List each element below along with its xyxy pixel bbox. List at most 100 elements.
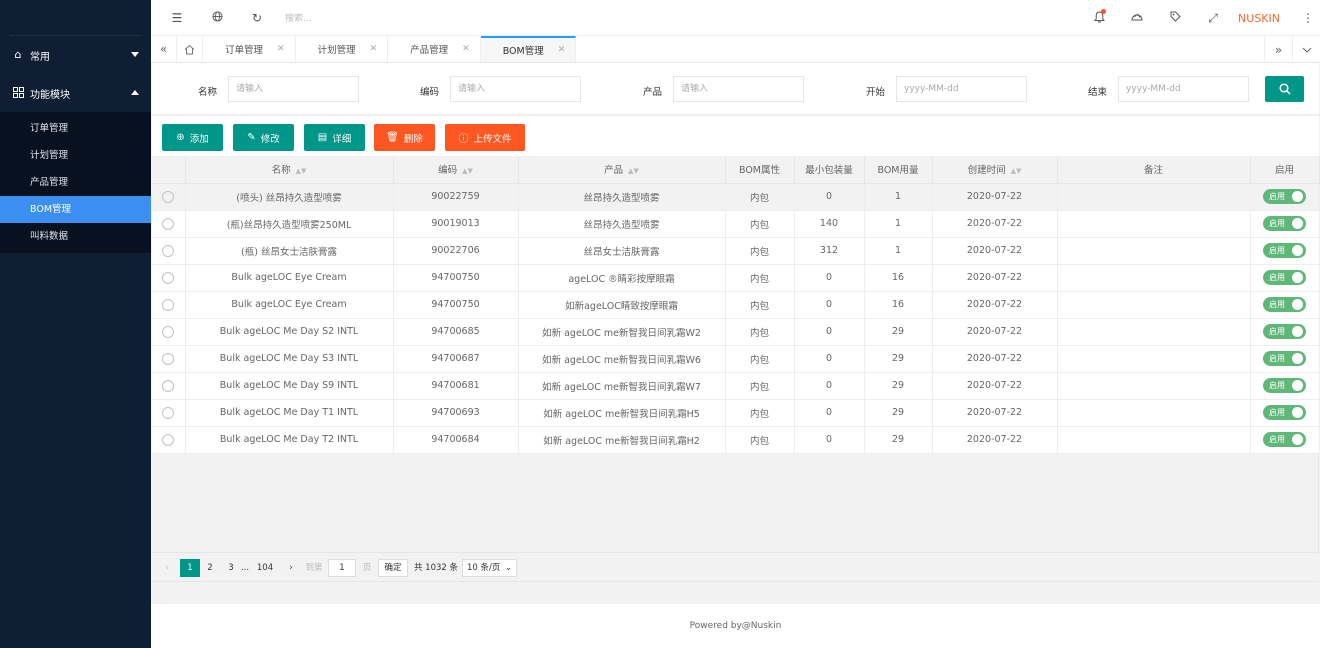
tab-bom[interactable]: BOM管理 ✕: [480, 36, 577, 62]
row-select-cell: [152, 318, 186, 346]
table-row[interactable]: Bulk ageLOC Eye Cream 94700750 ageLOC ®睛彩按…: [152, 264, 1320, 292]
table-row[interactable]: (瓶) 丝昂女士洁肤膏露 90022706 丝昂女士洁肤膏露 内包 312 1 2020-0…: [152, 237, 1320, 265]
filter-start-date-input[interactable]: yyyy-MM-dd: [896, 76, 1027, 102]
menu-toggle-icon[interactable]: ☰: [157, 11, 197, 25]
tabs-scroll-left-icon[interactable]: «: [151, 36, 177, 62]
sidebar-item-products[interactable]: 产品管理: [0, 169, 151, 196]
row-radio[interactable]: [162, 217, 175, 230]
filter-code-input[interactable]: 请输入: [450, 76, 581, 102]
detail-button[interactable]: ▤ 详细: [304, 124, 365, 151]
filter-product-input[interactable]: 请输入: [673, 76, 804, 102]
search-button[interactable]: [1265, 76, 1304, 102]
enabled-switch[interactable]: 启用: [1263, 216, 1306, 231]
goto-page-input[interactable]: 1: [328, 558, 356, 577]
row-radio[interactable]: [162, 190, 175, 203]
sidebar-item-orders[interactable]: 订单管理: [0, 115, 151, 142]
enabled-switch[interactable]: 启用: [1263, 405, 1306, 420]
delete-button[interactable]: 🗑 删除: [374, 124, 435, 151]
row-radio[interactable]: [162, 406, 175, 419]
page-2[interactable]: 2: [203, 559, 217, 577]
table-row[interactable]: Bulk ageLOC Eye Cream 94700750 如新ageLOC睛致按…: [152, 291, 1320, 319]
enabled-switch[interactable]: 启用: [1263, 270, 1306, 285]
row-radio[interactable]: [162, 352, 175, 365]
header-code[interactable]: 编码 ▲▼: [393, 156, 519, 184]
detail-button-label: 详细: [332, 133, 352, 145]
menu-group-modules[interactable]: 功能模块: [0, 74, 151, 112]
header-product[interactable]: 产品 ▲▼: [518, 156, 726, 184]
page-1[interactable]: 1: [180, 558, 200, 577]
tag-icon[interactable]: [1156, 11, 1194, 25]
row-radio[interactable]: [162, 433, 175, 446]
row-radio[interactable]: [162, 325, 175, 338]
cell-product: 丝昂持久造型喷雾: [518, 183, 726, 211]
sidebar-item-bom[interactable]: BOM管理: [0, 196, 151, 223]
tabs-menu-chevron-down-icon[interactable]: [1292, 36, 1320, 63]
tab-orders[interactable]: 订单管理 ✕: [203, 36, 296, 62]
sidebar-item-plans[interactable]: 计划管理: [0, 142, 151, 169]
tab-products[interactable]: 产品管理 ✕: [388, 36, 481, 62]
cell-created: 2020-07-22: [932, 183, 1058, 211]
search-input[interactable]: 搜索...: [285, 11, 312, 24]
sort-icon[interactable]: ▲▼: [296, 167, 307, 175]
topbar: ☰ ↻ 搜索... ⤢ NUSKIN ⋮: [151, 0, 1320, 36]
tab-close-icon[interactable]: ✕: [558, 45, 566, 55]
cell-name: Bulk ageLOC Me Day S2 INTL: [185, 318, 394, 346]
sort-icon[interactable]: ▲▼: [462, 167, 473, 175]
page-size-select[interactable]: 10 条/页 ⌄: [462, 558, 517, 577]
enabled-switch[interactable]: 启用: [1263, 432, 1306, 447]
page-last[interactable]: 104: [254, 559, 276, 577]
sort-icon[interactable]: ▲▼: [1011, 167, 1022, 175]
home-tab-icon[interactable]: [177, 36, 203, 62]
table-row[interactable]: Bulk ageLOC Me Day T1 INTL 94700693 如新 age…: [152, 399, 1320, 427]
prev-page-icon[interactable]: ‹: [160, 559, 174, 577]
pencil-icon: ✎: [247, 132, 256, 143]
menu-group-common[interactable]: ⌂ 常用: [0, 36, 151, 74]
tab-close-icon[interactable]: ✕: [277, 44, 285, 54]
enabled-switch[interactable]: 启用: [1263, 189, 1306, 204]
enabled-switch[interactable]: 启用: [1263, 378, 1306, 393]
refresh-icon[interactable]: ↻: [237, 11, 277, 25]
row-radio[interactable]: [162, 379, 175, 392]
tab-plans[interactable]: 计划管理 ✕: [296, 36, 389, 62]
cell-remark: [1057, 399, 1251, 427]
upload-file-button[interactable]: ⓘ 上传文件: [445, 124, 525, 151]
edit-button[interactable]: ✎ 修改: [233, 124, 294, 151]
table-row[interactable]: Bulk ageLOC Me Day S2 INTL 94700685 如新 age…: [152, 318, 1320, 346]
sort-icon[interactable]: ▲▼: [628, 167, 639, 175]
tabs-scroll-right-icon[interactable]: »: [1264, 36, 1292, 63]
tab-close-icon[interactable]: ✕: [370, 44, 378, 54]
globe-icon[interactable]: [197, 10, 237, 25]
enabled-switch[interactable]: 启用: [1263, 324, 1306, 339]
more-vertical-icon[interactable]: ⋮: [1296, 11, 1320, 25]
bell-icon[interactable]: [1080, 8, 1118, 26]
sidebar-item-material-call[interactable]: 叫料数据: [0, 223, 151, 250]
row-radio[interactable]: [162, 244, 175, 257]
table-row[interactable]: (瓶)丝昂持久造型喷雾250ML 90019013 丝昂持久造型喷雾 内包 140 1 20…: [152, 210, 1320, 238]
header-name[interactable]: 名称 ▲▼: [185, 156, 394, 184]
theme-icon[interactable]: [1118, 11, 1156, 25]
tab-close-icon[interactable]: ✕: [462, 44, 470, 54]
table-row[interactable]: Bulk ageLOC Me Day S3 INTL 94700687 如新 age…: [152, 345, 1320, 373]
enabled-switch[interactable]: 启用: [1263, 297, 1306, 312]
table-row[interactable]: Bulk ageLOC Me Day T2 INTL 94700684 如新 age…: [152, 426, 1320, 454]
next-page-icon[interactable]: ›: [284, 559, 298, 577]
page-3[interactable]: 3: [224, 559, 238, 577]
table-row[interactable]: Bulk ageLOC Me Day S9 INTL 94700681 如新 age…: [152, 372, 1320, 400]
row-radio[interactable]: [162, 298, 175, 311]
goto-confirm-button[interactable]: 确定: [378, 558, 408, 577]
filter-name-input[interactable]: 请输入: [228, 76, 359, 102]
cell-name: (喷头) 丝昂持久造型喷雾: [185, 183, 394, 211]
cell-code: 90022759: [393, 183, 519, 211]
filter-label-product: 产品: [643, 87, 663, 98]
row-radio[interactable]: [162, 271, 175, 284]
enabled-switch[interactable]: 启用: [1263, 243, 1306, 258]
page-unit-label: 页: [362, 562, 372, 573]
add-button[interactable]: ⊕ 添加: [162, 124, 223, 151]
filter-end-date-input[interactable]: yyyy-MM-dd: [1118, 76, 1249, 102]
cell-created: 2020-07-22: [932, 372, 1058, 400]
brand-name[interactable]: NUSKIN: [1238, 12, 1280, 25]
table-row[interactable]: (喷头) 丝昂持久造型喷雾 90022759 丝昂持久造型喷雾 内包 0 1 2020-07…: [152, 183, 1320, 211]
header-created[interactable]: 创建时间 ▲▼: [932, 156, 1058, 184]
fullscreen-icon[interactable]: ⤢: [1194, 11, 1232, 26]
enabled-switch[interactable]: 启用: [1263, 351, 1306, 366]
